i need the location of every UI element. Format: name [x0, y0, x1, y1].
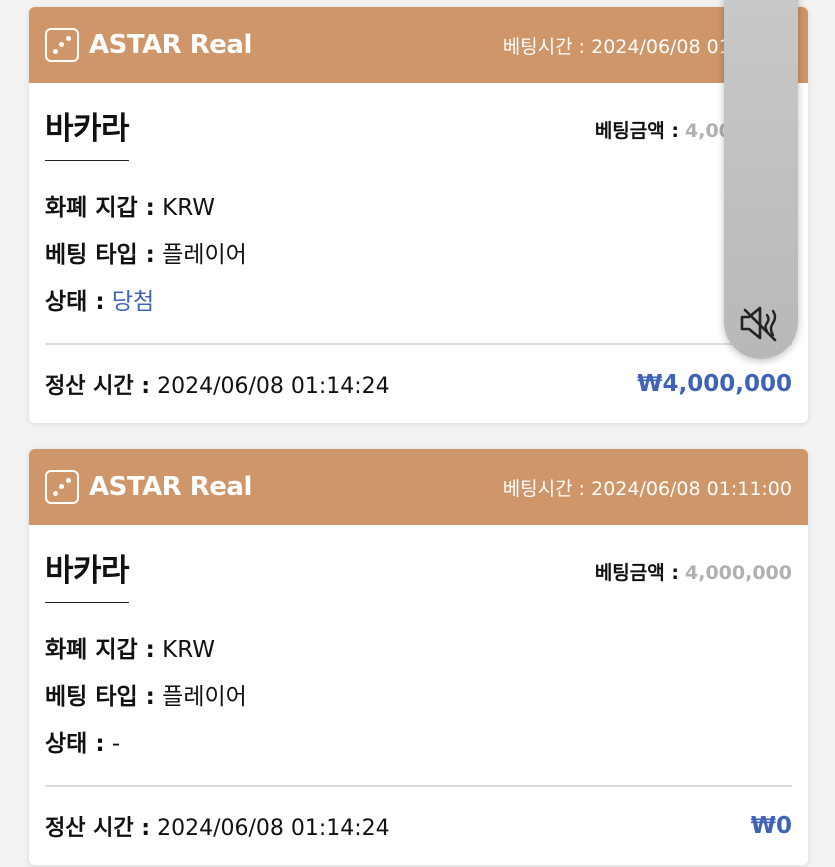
game-title: 바카라 — [45, 545, 130, 603]
status-value: 당첨 — [111, 289, 155, 315]
status-row: 상태 : 당첨 — [45, 279, 792, 326]
bet-amount-label: 베팅금액 : — [594, 120, 679, 142]
bet-amount: 베팅금액 : 4,000,000 — [595, 558, 792, 603]
dice-icon — [45, 28, 79, 62]
dice-icon — [45, 470, 79, 504]
row-label: 화폐 지갑 : — [45, 637, 155, 663]
game-title: 바카라 — [45, 103, 130, 161]
currency-row: 화폐 지갑 : KRW — [45, 185, 792, 232]
card-header: ASTAR Real 베팅시간 : 2024/06/08 01:11:00 — [29, 449, 808, 525]
status-row: 상태 : - — [45, 721, 792, 768]
payout-amount: ₩4,000,000 — [637, 370, 792, 397]
row-value: 플레이어 — [162, 242, 247, 268]
card-header: ASTAR Real 베팅시간 : 2024/06/08 01:11:00 — [29, 7, 808, 83]
bet-time: 베팅시간 : 2024/06/08 01:11:00 — [502, 477, 792, 500]
currency-row: 화폐 지갑 : KRW — [45, 627, 792, 674]
payout-amount: ₩0 — [750, 812, 792, 839]
settle-time: 정산 시간 : 2024/06/08 01:14:24 — [45, 368, 390, 400]
status-value: - — [111, 731, 121, 757]
bet-card: ASTAR Real 베팅시간 : 2024/06/08 01:11:00 바카… — [29, 449, 808, 865]
row-value: 플레이어 — [162, 684, 247, 710]
row-label: 베팅 타입 : — [45, 242, 155, 268]
row-label: 상태 : — [45, 731, 105, 757]
volume-overlay[interactable] — [724, 0, 798, 359]
settle-label: 정산 시간 : — [45, 373, 151, 399]
row-label: 베팅 타입 : — [45, 684, 155, 710]
brand-name: ASTAR Real — [89, 30, 252, 60]
brand-name: ASTAR Real — [89, 472, 252, 502]
row-value: KRW — [162, 637, 216, 663]
settle-label: 정산 시간 : — [45, 815, 151, 841]
settle-value: 2024/06/08 01:14:24 — [157, 373, 390, 399]
settle-value: 2024/06/08 01:14:24 — [157, 815, 390, 841]
bet-type-row: 베팅 타입 : 플레이어 — [45, 232, 792, 279]
logo: ASTAR Real — [45, 470, 252, 504]
logo: ASTAR Real — [45, 28, 252, 62]
row-label: 상태 : — [45, 289, 105, 315]
bet-amount-value: 4,000,000 — [685, 562, 792, 584]
bet-type-row: 베팅 타입 : 플레이어 — [45, 674, 792, 721]
bet-card: ASTAR Real 베팅시간 : 2024/06/08 01:11:00 바카… — [29, 7, 808, 423]
speaker-mute-icon[interactable] — [738, 301, 782, 345]
settle-time: 정산 시간 : 2024/06/08 01:14:24 — [45, 810, 390, 842]
bet-amount-label: 베팅금액 : — [594, 562, 679, 584]
row-label: 화폐 지갑 : — [45, 195, 155, 221]
row-value: KRW — [162, 195, 216, 221]
